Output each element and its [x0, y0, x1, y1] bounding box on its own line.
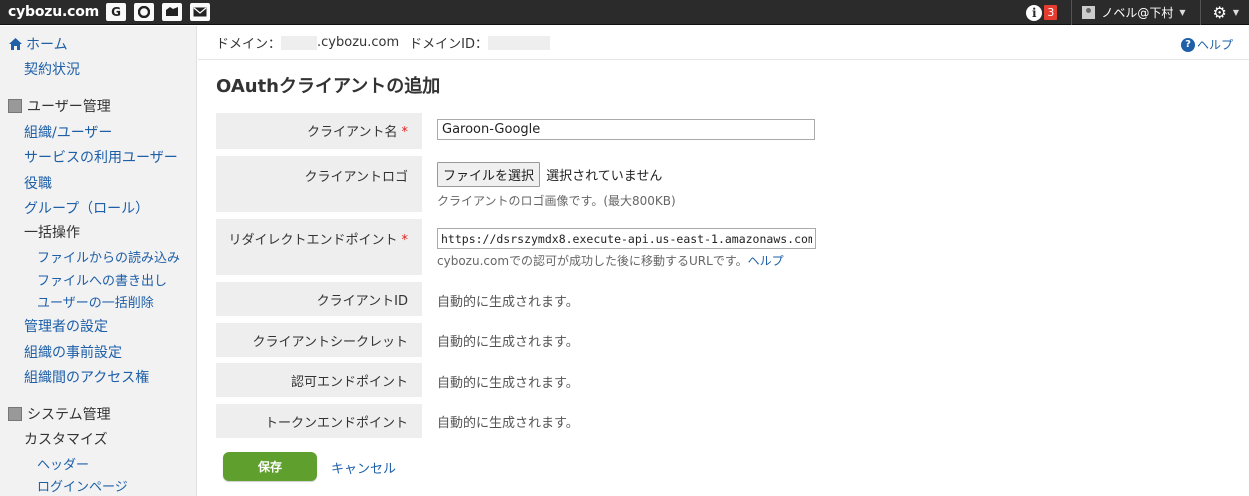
section-user-management: ユーザー管理	[8, 96, 111, 116]
main-content: ドメイン： .cybozu.com ドメインID： ? ヘルプ OAuthクライ…	[198, 26, 1249, 496]
client-secret-label: クライアントシークレット	[216, 323, 422, 357]
sidebar-item-org-access[interactable]: 組織間のアクセス権	[24, 367, 149, 387]
sidebar-item-import-file[interactable]: ファイルからの読み込み	[37, 247, 180, 266]
client-id-label: クライアントID	[216, 282, 422, 316]
sidebar-item-bulk-delete[interactable]: ユーザーの一括削除	[37, 292, 154, 311]
client-logo-hint: クライアントのロゴ画像です。(最大800KB)	[437, 194, 676, 208]
page-title: OAuthクライアントの追加	[216, 76, 441, 97]
token-endpoint-label: トークンエンドポイント	[216, 404, 422, 438]
notification-count-badge: 3	[1044, 5, 1058, 20]
sidebar-item-org-users[interactable]: 組織/ユーザー	[24, 122, 112, 142]
sidebar-item-groups-roles[interactable]: グループ（ロール）	[24, 198, 149, 218]
chevron-down-icon: ▼	[1232, 8, 1239, 17]
sidebar-item-bulk-ops: 一括操作	[24, 225, 80, 241]
sidebar-item-login-page[interactable]: ログインページ	[37, 476, 128, 495]
client-name-row	[437, 119, 815, 140]
client-name-label: クライアント名 *	[216, 113, 422, 149]
sidebar-item-contract-status[interactable]: 契約状況	[24, 59, 80, 79]
mailwise-app-icon[interactable]	[162, 3, 182, 21]
top-bar: cybozu.com G i 3 ノベル@下村 ▼ ⚙ ▼	[0, 0, 1249, 25]
auth-endpoint-value: 自動的に生成されます。	[437, 376, 579, 391]
domain-bar: ドメイン： .cybozu.com ドメインID：	[198, 26, 1249, 60]
cancel-link[interactable]: キャンセル	[331, 458, 396, 477]
redirect-hint: cybozu.comでの認可が成功した後に移動するURLです。ヘルプ	[437, 254, 784, 268]
domain-label: ドメイン：	[216, 37, 282, 52]
notifications-button[interactable]: i 3	[1026, 4, 1058, 21]
sidebar: ホーム 契約状況 ユーザー管理 組織/ユーザー サービスの利用ユーザー 役職 グ…	[0, 26, 197, 496]
office-app-icon[interactable]	[134, 3, 154, 21]
sidebar-item-home[interactable]: ホーム	[8, 34, 68, 54]
domain-suffix: .cybozu.com	[317, 35, 400, 50]
help-link[interactable]: ? ヘルプ	[1180, 36, 1233, 53]
info-icon: i	[1026, 4, 1043, 21]
sidebar-item-service-users[interactable]: サービスの利用ユーザー	[24, 147, 178, 167]
garoon-app-icon[interactable]: G	[106, 3, 126, 21]
client-logo-row: ファイルを選択 選択されていません クライアントのロゴ画像です。(最大800KB…	[437, 162, 676, 209]
redirect-help-link[interactable]: ヘルプ	[748, 254, 784, 268]
choose-file-button[interactable]: ファイルを選択	[437, 162, 541, 187]
section-system-management: システム管理	[8, 404, 111, 424]
sidebar-item-titles[interactable]: 役職	[24, 173, 52, 193]
client-id-value: 自動的に生成されます。	[437, 295, 579, 310]
redirect-endpoint-row: cybozu.comでの認可が成功した後に移動するURLです。ヘルプ	[437, 228, 816, 269]
gear-icon	[8, 407, 22, 421]
chevron-down-icon: ▼	[1179, 8, 1186, 17]
gear-icon: ⚙	[1212, 3, 1227, 22]
domain-id-redacted	[488, 35, 551, 50]
auth-endpoint-label: 認可エンドポイント	[216, 363, 422, 397]
question-icon: ?	[1180, 37, 1195, 52]
redirect-endpoint-label: リダイレクトエンドポイント *	[216, 219, 422, 275]
sidebar-item-admin-settings[interactable]: 管理者の設定	[24, 316, 108, 336]
domain-redacted	[281, 35, 318, 50]
domain-id-label: ドメインID：	[409, 37, 489, 52]
user-menu[interactable]: ノベル@下村 ▼	[1072, 4, 1199, 21]
user-icon	[8, 99, 22, 113]
user-name: ノベル@下村	[1101, 6, 1174, 20]
sidebar-item-customize: カスタマイズ	[24, 432, 108, 448]
save-button[interactable]: 保存	[223, 452, 317, 481]
client-logo-label: クライアントロゴ	[216, 156, 422, 212]
client-secret-value: 自動的に生成されます。	[437, 335, 579, 350]
redirect-endpoint-input[interactable]	[437, 228, 816, 249]
file-status: 選択されていません	[546, 169, 663, 184]
client-name-input[interactable]	[437, 119, 815, 140]
mail-app-icon[interactable]	[190, 3, 210, 21]
sidebar-item-header[interactable]: ヘッダー	[37, 454, 89, 473]
user-avatar-icon	[1082, 6, 1096, 19]
home-icon	[9, 38, 22, 50]
settings-menu[interactable]: ⚙ ▼	[1201, 3, 1249, 22]
sidebar-item-org-pre-settings[interactable]: 組織の事前設定	[24, 342, 122, 362]
cybozu-logo[interactable]: cybozu.com	[8, 4, 104, 20]
sidebar-item-export-file[interactable]: ファイルへの書き出し	[37, 270, 167, 289]
token-endpoint-value: 自動的に生成されます。	[437, 416, 579, 431]
